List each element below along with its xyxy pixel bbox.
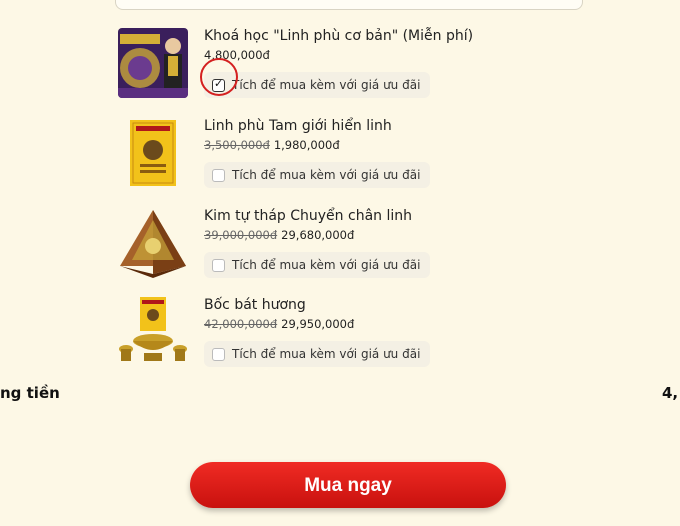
addon-checkbox[interactable] bbox=[212, 259, 225, 272]
addon-label: Tích để mua kèm với giá ưu đãi bbox=[232, 258, 421, 272]
addon-checkbox-option[interactable]: Tích để mua kèm với giá ưu đãi bbox=[204, 162, 431, 188]
product-name[interactable]: Kim tự tháp Chuyển chân linh bbox=[204, 208, 412, 224]
product-price: 3,500,000đ 1,980,000đ bbox=[204, 138, 340, 152]
incense-bowl-thumbnail bbox=[118, 297, 188, 367]
product-item: Khoá học "Linh phù cơ bản" (Miễn phí) 4,… bbox=[118, 28, 538, 108]
addon-label: Tích để mua kèm với giá ưu đãi bbox=[232, 347, 421, 361]
old-price: 42,000,000đ bbox=[204, 317, 278, 331]
current-price: 29,950,000đ bbox=[281, 317, 355, 331]
addon-checkbox[interactable] bbox=[212, 169, 225, 182]
old-price: 39,000,000đ bbox=[204, 228, 278, 242]
current-price: 29,680,000đ bbox=[281, 228, 355, 242]
previous-field-box bbox=[115, 0, 583, 10]
total-value: 4, bbox=[662, 384, 679, 402]
addon-checkbox[interactable] bbox=[212, 348, 225, 361]
total-label: ng tiền bbox=[0, 384, 60, 402]
product-item: Kim tự tháp Chuyển chân linh 39,000,000đ… bbox=[118, 208, 538, 288]
product-name[interactable]: Bốc bát hương bbox=[204, 297, 306, 313]
highlight-annotation bbox=[200, 58, 238, 96]
current-price: 1,980,000đ bbox=[273, 138, 340, 152]
addon-checkbox-option[interactable]: Tích để mua kèm với giá ưu đãi bbox=[204, 252, 431, 278]
product-item: Bốc bát hương 42,000,000đ 29,950,000đ Tíc… bbox=[118, 297, 538, 377]
pyramid-thumbnail bbox=[118, 208, 188, 278]
addon-label: Tích để mua kèm với giá ưu đãi bbox=[232, 168, 421, 182]
product-price: 39,000,000đ 29,680,000đ bbox=[204, 228, 354, 242]
buy-now-button[interactable]: Mua ngay bbox=[190, 462, 506, 508]
course-thumbnail bbox=[118, 28, 188, 98]
talisman-thumbnail bbox=[118, 118, 188, 188]
product-price: 42,000,000đ 29,950,000đ bbox=[204, 317, 354, 331]
product-item: Linh phù Tam giới hiển linh 3,500,000đ 1,… bbox=[118, 118, 538, 198]
old-price: 3,500,000đ bbox=[204, 138, 270, 152]
product-name[interactable]: Khoá học "Linh phù cơ bản" (Miễn phí) bbox=[204, 28, 473, 44]
product-name[interactable]: Linh phù Tam giới hiển linh bbox=[204, 118, 392, 134]
addon-checkbox-option[interactable]: Tích để mua kèm với giá ưu đãi bbox=[204, 341, 431, 367]
addon-label: Tích để mua kèm với giá ưu đãi bbox=[232, 78, 421, 92]
